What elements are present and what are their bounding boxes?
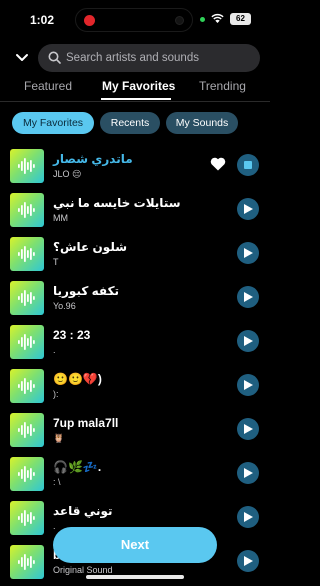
sound-title: 🎧🌿💤. [53, 460, 102, 474]
list-item[interactable]: ماتدري شصار JLO 😔 [0, 146, 270, 190]
list-item[interactable]: 23 : 23 . [0, 322, 270, 366]
sound-thumbnail [10, 193, 44, 227]
sound-thumbnail [10, 149, 44, 183]
active-tab-underline [101, 98, 171, 100]
filter-recents[interactable]: Recents [100, 112, 160, 134]
tab-bar: Featured My Favorites Trending [0, 76, 270, 102]
stop-icon [244, 161, 252, 169]
home-indicator[interactable] [86, 575, 184, 579]
play-button[interactable] [237, 198, 259, 220]
list-item[interactable]: 7up mala7ll 🦉 [0, 410, 270, 454]
battery-icon: 62 [230, 13, 251, 25]
sound-artist: : \ [53, 477, 61, 487]
waveform-icon [18, 554, 35, 570]
list-item[interactable]: شلون عاش؟ T [0, 234, 270, 278]
waveform-icon [18, 378, 35, 394]
play-icon [244, 424, 253, 434]
favorite-heart-icon[interactable] [210, 157, 226, 171]
play-icon [244, 204, 253, 214]
play-button[interactable] [237, 550, 259, 572]
search-icon [48, 51, 61, 64]
list-item[interactable]: تكفه كبوريا Yo.96 [0, 278, 270, 322]
play-icon [244, 248, 253, 258]
play-icon [244, 556, 253, 566]
play-button[interactable] [237, 242, 259, 264]
waveform-icon [18, 510, 35, 526]
waveform-icon [18, 158, 35, 174]
sound-title: ماتدري شصار [53, 152, 133, 166]
play-button[interactable] [237, 374, 259, 396]
play-button[interactable] [237, 286, 259, 308]
search-row [0, 44, 270, 72]
sound-artist: ): [53, 389, 59, 399]
sound-thumbnail [10, 545, 44, 579]
sound-title: تكفه كبوريا [53, 284, 120, 298]
search-input[interactable] [66, 44, 256, 72]
sound-thumbnail [10, 369, 44, 403]
waveform-icon [18, 422, 35, 438]
filter-chips: My Favorites Recents My Sounds [0, 112, 270, 134]
stop-button[interactable] [237, 154, 259, 176]
sound-thumbnail [10, 325, 44, 359]
sound-thumbnail [10, 281, 44, 315]
sound-artist: . [53, 345, 56, 355]
sound-title: 7up mala7ll [53, 416, 119, 430]
recording-indicator-icon [84, 15, 95, 26]
sound-artist: MM [53, 213, 68, 223]
play-button[interactable] [237, 506, 259, 528]
waveform-icon [18, 466, 35, 482]
play-icon [244, 336, 253, 346]
sound-artist: . [53, 521, 56, 531]
play-icon [244, 380, 253, 390]
filter-my-sounds[interactable]: My Sounds [166, 112, 238, 134]
sound-thumbnail [10, 413, 44, 447]
play-icon [244, 292, 253, 302]
sound-title: ستايلات خايسه ما نبي [53, 196, 181, 210]
list-item[interactable]: 🎧🌿💤. : \ [0, 454, 270, 498]
play-button[interactable] [237, 462, 259, 484]
sound-artist: Yo.96 [53, 301, 76, 311]
search-bar[interactable] [38, 44, 260, 72]
sound-title: توني قاعد [53, 504, 113, 518]
sound-thumbnail [10, 501, 44, 535]
next-button[interactable]: Next [53, 527, 217, 563]
sound-thumbnail [10, 237, 44, 271]
tab-my-favorites[interactable]: My Favorites [102, 79, 175, 93]
dynamic-island [75, 8, 193, 32]
status-bar: 1:02 62 [0, 0, 270, 38]
sound-artist: JLO 😔 [53, 169, 82, 179]
play-button[interactable] [237, 418, 259, 440]
sound-title: 23 : 23 [53, 328, 91, 342]
status-time: 1:02 [30, 13, 55, 27]
sound-title: شلون عاش؟ [53, 240, 128, 254]
waveform-icon [18, 202, 35, 218]
sound-title: 🙂🙂💔) [53, 372, 102, 386]
sound-thumbnail [10, 457, 44, 491]
sound-artist: Original Sound [53, 565, 113, 575]
list-item[interactable]: 🙂🙂💔) ): [0, 366, 270, 410]
camera-icon [175, 16, 184, 25]
waveform-icon [18, 246, 35, 262]
waveform-icon [18, 334, 35, 350]
list-item[interactable]: ستايلات خايسه ما نبي MM [0, 190, 270, 234]
play-button[interactable] [237, 330, 259, 352]
play-icon [244, 468, 253, 478]
tab-featured[interactable]: Featured [24, 79, 72, 93]
waveform-icon [18, 290, 35, 306]
sound-artist: T [53, 257, 59, 267]
filter-my-favorites[interactable]: My Favorites [12, 112, 94, 134]
camera-in-use-indicator-icon [200, 17, 205, 22]
chevron-down-icon[interactable] [14, 49, 30, 65]
tab-trending[interactable]: Trending [199, 79, 246, 93]
play-icon [244, 512, 253, 522]
wifi-icon [211, 13, 224, 23]
sound-artist: 🦉 [53, 433, 65, 443]
